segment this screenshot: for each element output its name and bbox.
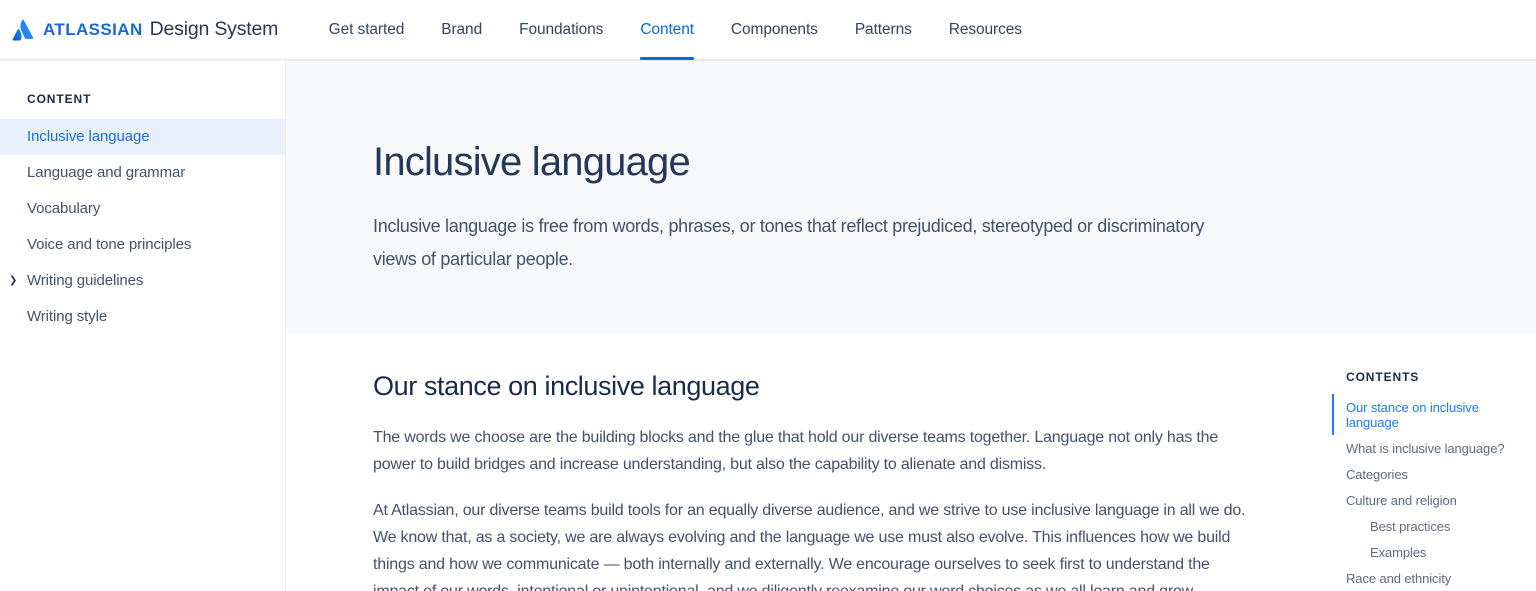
- sidebar-item-vocabulary[interactable]: Vocabulary: [0, 191, 285, 227]
- atlassian-logo[interactable]: ATLASSIAN Design System: [10, 17, 278, 43]
- sidebar-item-voice-and-tone-principles[interactable]: Voice and tone principles: [0, 227, 285, 263]
- page-hero: Inclusive language Inclusive language is…: [287, 60, 1536, 334]
- nav-item-patterns[interactable]: Patterns: [855, 0, 912, 60]
- sidebar-item-inclusive-language[interactable]: Inclusive language: [0, 119, 285, 155]
- toc-item-examples[interactable]: Examples: [1332, 539, 1534, 565]
- toc-item-what-is-inclusive-language[interactable]: What is inclusive language?: [1332, 435, 1534, 461]
- nav-item-foundations[interactable]: Foundations: [519, 0, 603, 60]
- toc-heading: CONTENTS: [1346, 370, 1534, 384]
- logo-brand-text: ATLASSIAN: [43, 20, 143, 40]
- toc-item-our-stance-on-inclusive-language[interactable]: Our stance on inclusive language: [1332, 394, 1534, 435]
- content-sidebar: CONTENT Inclusive language Language and …: [0, 61, 286, 591]
- toc-item-categories[interactable]: Categories: [1332, 461, 1534, 487]
- sidebar-item-writing-guidelines[interactable]: ❯ Writing guidelines: [0, 263, 285, 299]
- sidebar-heading: CONTENT: [27, 92, 285, 106]
- page-title: Inclusive language: [373, 140, 1536, 185]
- nav-item-get-started[interactable]: Get started: [329, 0, 405, 60]
- nav-item-content[interactable]: Content: [640, 0, 694, 60]
- toc-item-best-practices[interactable]: Best practices: [1332, 513, 1534, 539]
- top-header: ATLASSIAN Design System Get started Bran…: [0, 0, 1536, 60]
- sidebar-item-label: Writing guidelines: [27, 272, 143, 289]
- article-body: Our stance on inclusive language The wor…: [287, 334, 1262, 591]
- sidebar-item-language-and-grammar[interactable]: Language and grammar: [0, 155, 285, 191]
- paragraph: At Atlassian, our diverse teams build to…: [373, 497, 1250, 591]
- nav-item-components[interactable]: Components: [731, 0, 818, 60]
- page-subtitle: Inclusive language is free from words, p…: [373, 210, 1235, 276]
- table-of-contents: CONTENTS Our stance on inclusive languag…: [1332, 370, 1534, 591]
- chevron-right-icon[interactable]: ❯: [9, 263, 17, 299]
- section-heading-our-stance: Our stance on inclusive language: [373, 371, 1262, 402]
- nav-item-brand[interactable]: Brand: [441, 0, 482, 60]
- toc-item-culture-and-religion[interactable]: Culture and religion: [1332, 487, 1534, 513]
- primary-nav: Get started Brand Foundations Content Co…: [310, 0, 1040, 60]
- atlassian-logo-icon: [10, 17, 36, 43]
- paragraph: The words we choose are the building blo…: [373, 424, 1250, 478]
- sidebar-item-writing-style[interactable]: Writing style: [0, 299, 285, 335]
- toc-item-race-and-ethnicity[interactable]: Race and ethnicity: [1332, 565, 1534, 591]
- nav-item-resources[interactable]: Resources: [949, 0, 1022, 60]
- logo-product-text: Design System: [150, 18, 279, 41]
